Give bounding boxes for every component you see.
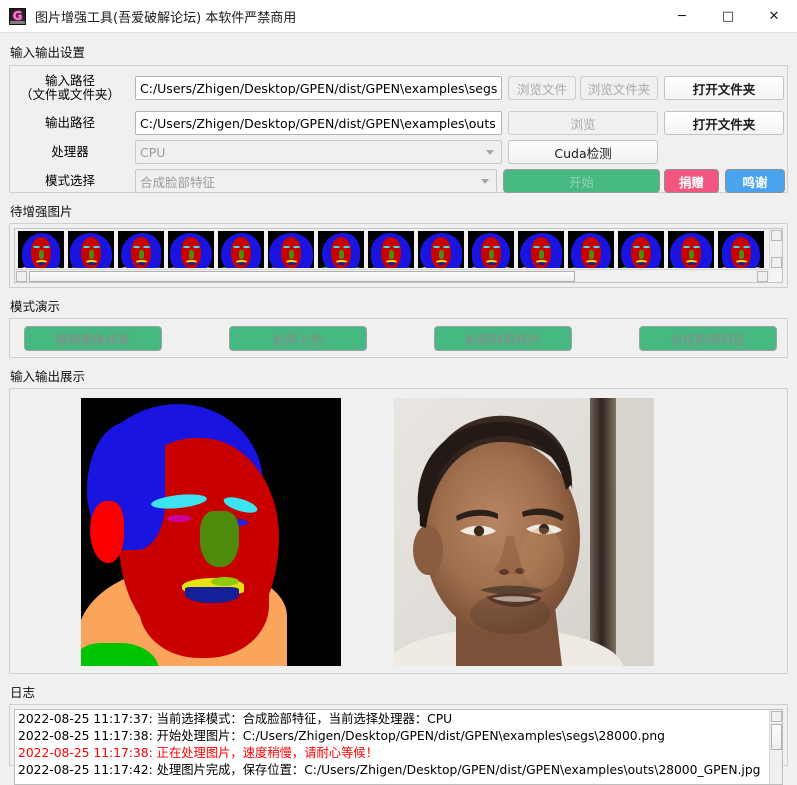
thumbnail-item[interactable] bbox=[418, 231, 464, 268]
thumbnails-track[interactable] bbox=[16, 230, 768, 268]
scroll-up-icon[interactable] bbox=[771, 230, 782, 241]
log-panel: 2022-08-25 11:17:37: 当前选择模式：合成脸部特征，当前选择处… bbox=[14, 709, 783, 785]
start-button[interactable]: 开始 bbox=[503, 169, 660, 193]
thumbnail-item[interactable] bbox=[568, 231, 614, 268]
close-icon[interactable]: ✕ bbox=[751, 0, 797, 32]
thumbnail-item[interactable] bbox=[18, 231, 64, 268]
log-text-area[interactable]: 2022-08-25 11:17:37: 当前选择模式：合成脸部特征，当前选择处… bbox=[18, 711, 766, 779]
thumbnails-hscrollbar[interactable] bbox=[15, 269, 769, 282]
scroll-right-icon[interactable] bbox=[757, 271, 768, 282]
log-scroll-up-icon[interactable] bbox=[771, 711, 782, 722]
output-path-label: 输出路径 bbox=[44, 115, 95, 130]
thumbnail-item[interactable] bbox=[168, 231, 214, 268]
log-line: 2022-08-25 11:17:37: 当前选择模式：合成脸部特征，当前选择处… bbox=[18, 712, 453, 726]
output-image-preview bbox=[394, 398, 654, 666]
mode-select-row: 模式选择 合成脸部特征 开始 捐赠 鸣谢 bbox=[10, 168, 787, 194]
thumbnail-item[interactable] bbox=[68, 231, 114, 268]
thumbnails-group bbox=[9, 223, 788, 288]
demo-inpaint-button[interactable]: 脸部缺陷修补 bbox=[434, 326, 572, 351]
maximize-icon[interactable]: □ bbox=[705, 0, 751, 32]
demo-synthesize-button[interactable]: 合成脸部特征 bbox=[639, 326, 777, 351]
thumbnail-item[interactable] bbox=[318, 231, 364, 268]
thumbnail-item[interactable] bbox=[718, 231, 764, 268]
io-settings-section: 输入输出设置 输入路径 （文件或文件夹） C:/Users/Zhigen/Des… bbox=[0, 42, 797, 193]
browse-file-button[interactable]: 浏览文件 bbox=[508, 76, 576, 100]
demo-colorize-button[interactable]: 脸部上色 bbox=[229, 326, 367, 351]
display-section: 输入输出展示 bbox=[0, 366, 797, 674]
thumbnail-item[interactable] bbox=[518, 231, 564, 268]
input-path-row: 输入路径 （文件或文件夹） C:/Users/Zhigen/Desktop/GP… bbox=[10, 73, 787, 102]
log-title: 日志 bbox=[10, 685, 36, 700]
thumbnails-section: 待增强图片 bbox=[0, 201, 797, 288]
thumbnail-item[interactable] bbox=[368, 231, 414, 268]
chevron-down-icon bbox=[486, 150, 494, 155]
log-line: 2022-08-25 11:17:42: 处理图片完成，保存位置：C:/User… bbox=[18, 763, 761, 777]
thumbnails-vscrollbar[interactable] bbox=[769, 229, 782, 269]
mode-demo-title: 模式演示 bbox=[10, 299, 61, 314]
display-group bbox=[9, 388, 788, 674]
window-title: 图片增强工具(吾爱破解论坛) 本软件严禁商用 bbox=[35, 10, 297, 26]
thumbnails-title: 待增强图片 bbox=[10, 204, 73, 219]
mode-selected-value: 合成脸部特征 bbox=[140, 174, 216, 190]
input-image-preview bbox=[81, 398, 341, 666]
log-line: 2022-08-25 11:17:38: 正在处理图片，速度稍慢，请耐心等候！ bbox=[18, 746, 378, 760]
cuda-detect-button[interactable]: Cuda检测 bbox=[508, 140, 658, 164]
thumbnail-item[interactable] bbox=[268, 231, 314, 268]
log-vscrollbar[interactable] bbox=[769, 710, 782, 784]
browse-output-button[interactable]: 浏览 bbox=[508, 111, 658, 135]
thumbnails-viewport bbox=[16, 230, 768, 268]
thumbnail-item[interactable] bbox=[218, 231, 264, 268]
display-title: 输入输出展示 bbox=[10, 369, 86, 384]
log-section: 日志 2022-08-25 11:17:37: 当前选择模式：合成脸部特征，当前… bbox=[0, 682, 797, 785]
mode-select-label: 模式选择 bbox=[44, 173, 95, 188]
log-line: 2022-08-25 11:17:38: 开始处理图片：C:/Users/Zhi… bbox=[18, 729, 665, 743]
mode-demo-section: 模式演示 模糊图像修复 脸部上色 脸部缺陷修补 合成脸部特征 bbox=[0, 296, 797, 358]
browse-folder-button[interactable]: 浏览文件夹 bbox=[580, 76, 658, 100]
output-path-field[interactable]: C:/Users/Zhigen/Desktop/GPEN/dist/GPEN\e… bbox=[135, 111, 502, 135]
credits-button[interactable]: 鸣谢 bbox=[725, 169, 785, 193]
demo-blur-restore-button[interactable]: 模糊图像修复 bbox=[24, 326, 162, 351]
thumbnail-item[interactable] bbox=[618, 231, 664, 268]
window-controls: ─ □ ✕ bbox=[659, 0, 797, 32]
open-input-folder-button[interactable]: 打开文件夹 bbox=[664, 76, 784, 100]
log-group: 2022-08-25 11:17:37: 当前选择模式：合成脸部特征，当前选择处… bbox=[9, 704, 788, 785]
minimize-icon[interactable]: ─ bbox=[659, 0, 705, 32]
thumbnail-item[interactable] bbox=[468, 231, 514, 268]
scroll-left-icon[interactable] bbox=[16, 271, 27, 282]
processor-select[interactable]: CPU bbox=[135, 140, 502, 164]
generated-face-photo bbox=[394, 398, 654, 666]
processor-label: 处理器 bbox=[51, 144, 89, 159]
thumbnail-item[interactable] bbox=[668, 231, 714, 268]
input-path-label: 输入路径 （文件或文件夹） bbox=[19, 73, 120, 102]
thumbnails-panel bbox=[14, 228, 783, 283]
app-icon: G bbox=[9, 7, 26, 25]
log-scroll-thumb[interactable] bbox=[771, 724, 782, 750]
input-path-field[interactable]: C:/Users/Zhigen/Desktop/GPEN/dist/GPEN\e… bbox=[135, 76, 502, 100]
segmentation-mask bbox=[81, 398, 341, 666]
processor-row: 处理器 CPU Cuda检测 bbox=[10, 139, 787, 165]
output-path-row: 输出路径 C:/Users/Zhigen/Desktop/GPEN/dist/G… bbox=[10, 110, 787, 136]
io-settings-group: 输入路径 （文件或文件夹） C:/Users/Zhigen/Desktop/GP… bbox=[9, 65, 788, 193]
mode-demo-group: 模糊图像修复 脸部上色 脸部缺陷修补 合成脸部特征 bbox=[9, 318, 788, 358]
donate-button[interactable]: 捐赠 bbox=[664, 169, 719, 193]
chevron-down-icon bbox=[481, 179, 489, 184]
processor-selected-value: CPU bbox=[140, 144, 166, 160]
title-bar: G 图片增强工具(吾爱破解论坛) 本软件严禁商用 ─ □ ✕ bbox=[0, 0, 797, 33]
open-output-folder-button[interactable]: 打开文件夹 bbox=[664, 111, 784, 135]
scroll-down-icon[interactable] bbox=[771, 257, 782, 268]
io-settings-title: 输入输出设置 bbox=[10, 45, 86, 60]
app-icon-base bbox=[10, 20, 25, 24]
hscroll-thumb[interactable] bbox=[29, 271, 575, 282]
mode-select[interactable]: 合成脸部特征 bbox=[135, 169, 497, 193]
thumbnail-item[interactable] bbox=[118, 231, 164, 268]
